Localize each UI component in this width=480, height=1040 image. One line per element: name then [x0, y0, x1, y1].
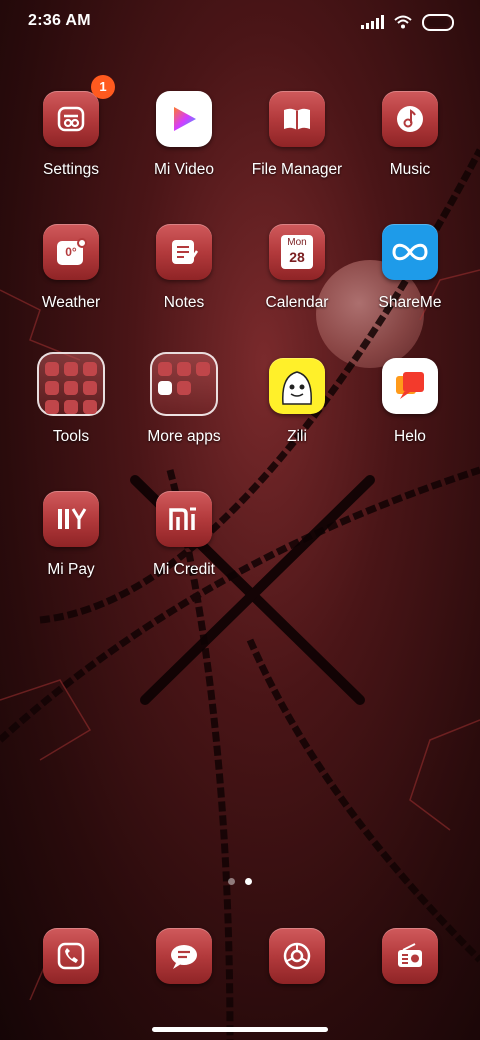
page-dot[interactable] [228, 878, 235, 885]
status-icons [361, 12, 454, 32]
app-label: Zili [287, 428, 307, 445]
app-label: Notes [163, 294, 205, 311]
dock-messages[interactable] [124, 928, 244, 984]
radio-icon [382, 928, 438, 984]
folder-label: More apps [147, 428, 221, 445]
app-label: Helo [394, 428, 426, 445]
calendar-day: Mon [287, 237, 307, 248]
notification-badge: 1 [91, 75, 115, 99]
app-helo[interactable]: Helo [350, 358, 470, 446]
signal-icon [361, 15, 384, 29]
file-manager-icon [269, 91, 325, 147]
app-file-manager[interactable]: File Manager [237, 91, 357, 179]
mi-pay-icon [43, 491, 99, 547]
home-indicator[interactable] [152, 1027, 328, 1032]
folder-tools[interactable]: Tools [11, 352, 131, 446]
app-label: Mi Pay [47, 561, 95, 578]
mini-app-icon [177, 381, 191, 395]
app-weather[interactable]: 0° Weather [11, 224, 131, 312]
app-label: File Manager [251, 161, 343, 178]
folder-icon [37, 352, 105, 416]
calendar-icon: Mon 28 [269, 224, 325, 280]
mini-app-icon [64, 381, 78, 395]
page-indicator [0, 878, 480, 885]
music-icon [382, 91, 438, 147]
app-zili[interactable]: Zili [237, 358, 357, 446]
mini-app-icon [83, 400, 97, 414]
app-mi-pay[interactable]: Mi Pay [11, 491, 131, 579]
mi-credit-icon [156, 491, 212, 547]
mini-app-icon [45, 381, 59, 395]
app-mi-video[interactable]: Mi Video [124, 91, 244, 179]
app-label: Music [389, 161, 431, 178]
app-mi-credit[interactable]: Mi Credit [124, 491, 244, 579]
app-label: Calendar [265, 294, 329, 311]
app-settings[interactable]: 1 Settings [11, 75, 131, 179]
app-label: Weather [41, 294, 101, 311]
dock-radio[interactable] [350, 928, 470, 984]
zili-icon [269, 358, 325, 414]
folder-icon [150, 352, 218, 416]
app-calendar[interactable]: Mon 28 Calendar [237, 224, 357, 312]
browser-icon [269, 928, 325, 984]
mini-app-icon [45, 362, 59, 376]
app-label: Mi Credit [152, 561, 215, 578]
app-label: Mi Video [153, 161, 215, 178]
mini-app-icon [158, 362, 172, 376]
app-label: ShareMe [378, 294, 442, 311]
mini-app-icon [177, 362, 191, 376]
status-bar: 2:36 AM [0, 0, 480, 44]
phone-icon [43, 928, 99, 984]
app-label: Settings [42, 161, 99, 178]
mini-app-icon [45, 400, 59, 414]
mini-app-icon [83, 362, 97, 376]
dock-phone[interactable] [11, 928, 131, 984]
mi-video-icon [156, 91, 212, 147]
mini-app-icon [83, 381, 97, 395]
app-notes[interactable]: Notes [124, 224, 244, 312]
app-shareme[interactable]: ShareMe [350, 224, 470, 312]
mini-app-icon [64, 400, 78, 414]
app-music[interactable]: Music [350, 91, 470, 179]
calendar-date: 28 [289, 249, 305, 265]
shareme-icon [382, 224, 438, 280]
status-time: 2:36 AM [28, 12, 91, 29]
weather-icon: 0° [43, 224, 99, 280]
mini-app-icon [64, 362, 78, 376]
dock-browser[interactable] [237, 928, 357, 984]
helo-icon [382, 358, 438, 414]
battery-icon [422, 13, 454, 31]
notes-icon [156, 224, 212, 280]
messages-icon [156, 928, 212, 984]
weather-temp: 0° [65, 245, 77, 259]
mini-app-icon [158, 381, 172, 395]
settings-icon: 1 [43, 75, 115, 147]
folder-label: Tools [52, 428, 90, 445]
page-dot-active[interactable] [245, 878, 252, 885]
wifi-icon [394, 15, 412, 29]
mini-app-icon [196, 362, 210, 376]
folder-more-apps[interactable]: More apps [124, 352, 244, 446]
